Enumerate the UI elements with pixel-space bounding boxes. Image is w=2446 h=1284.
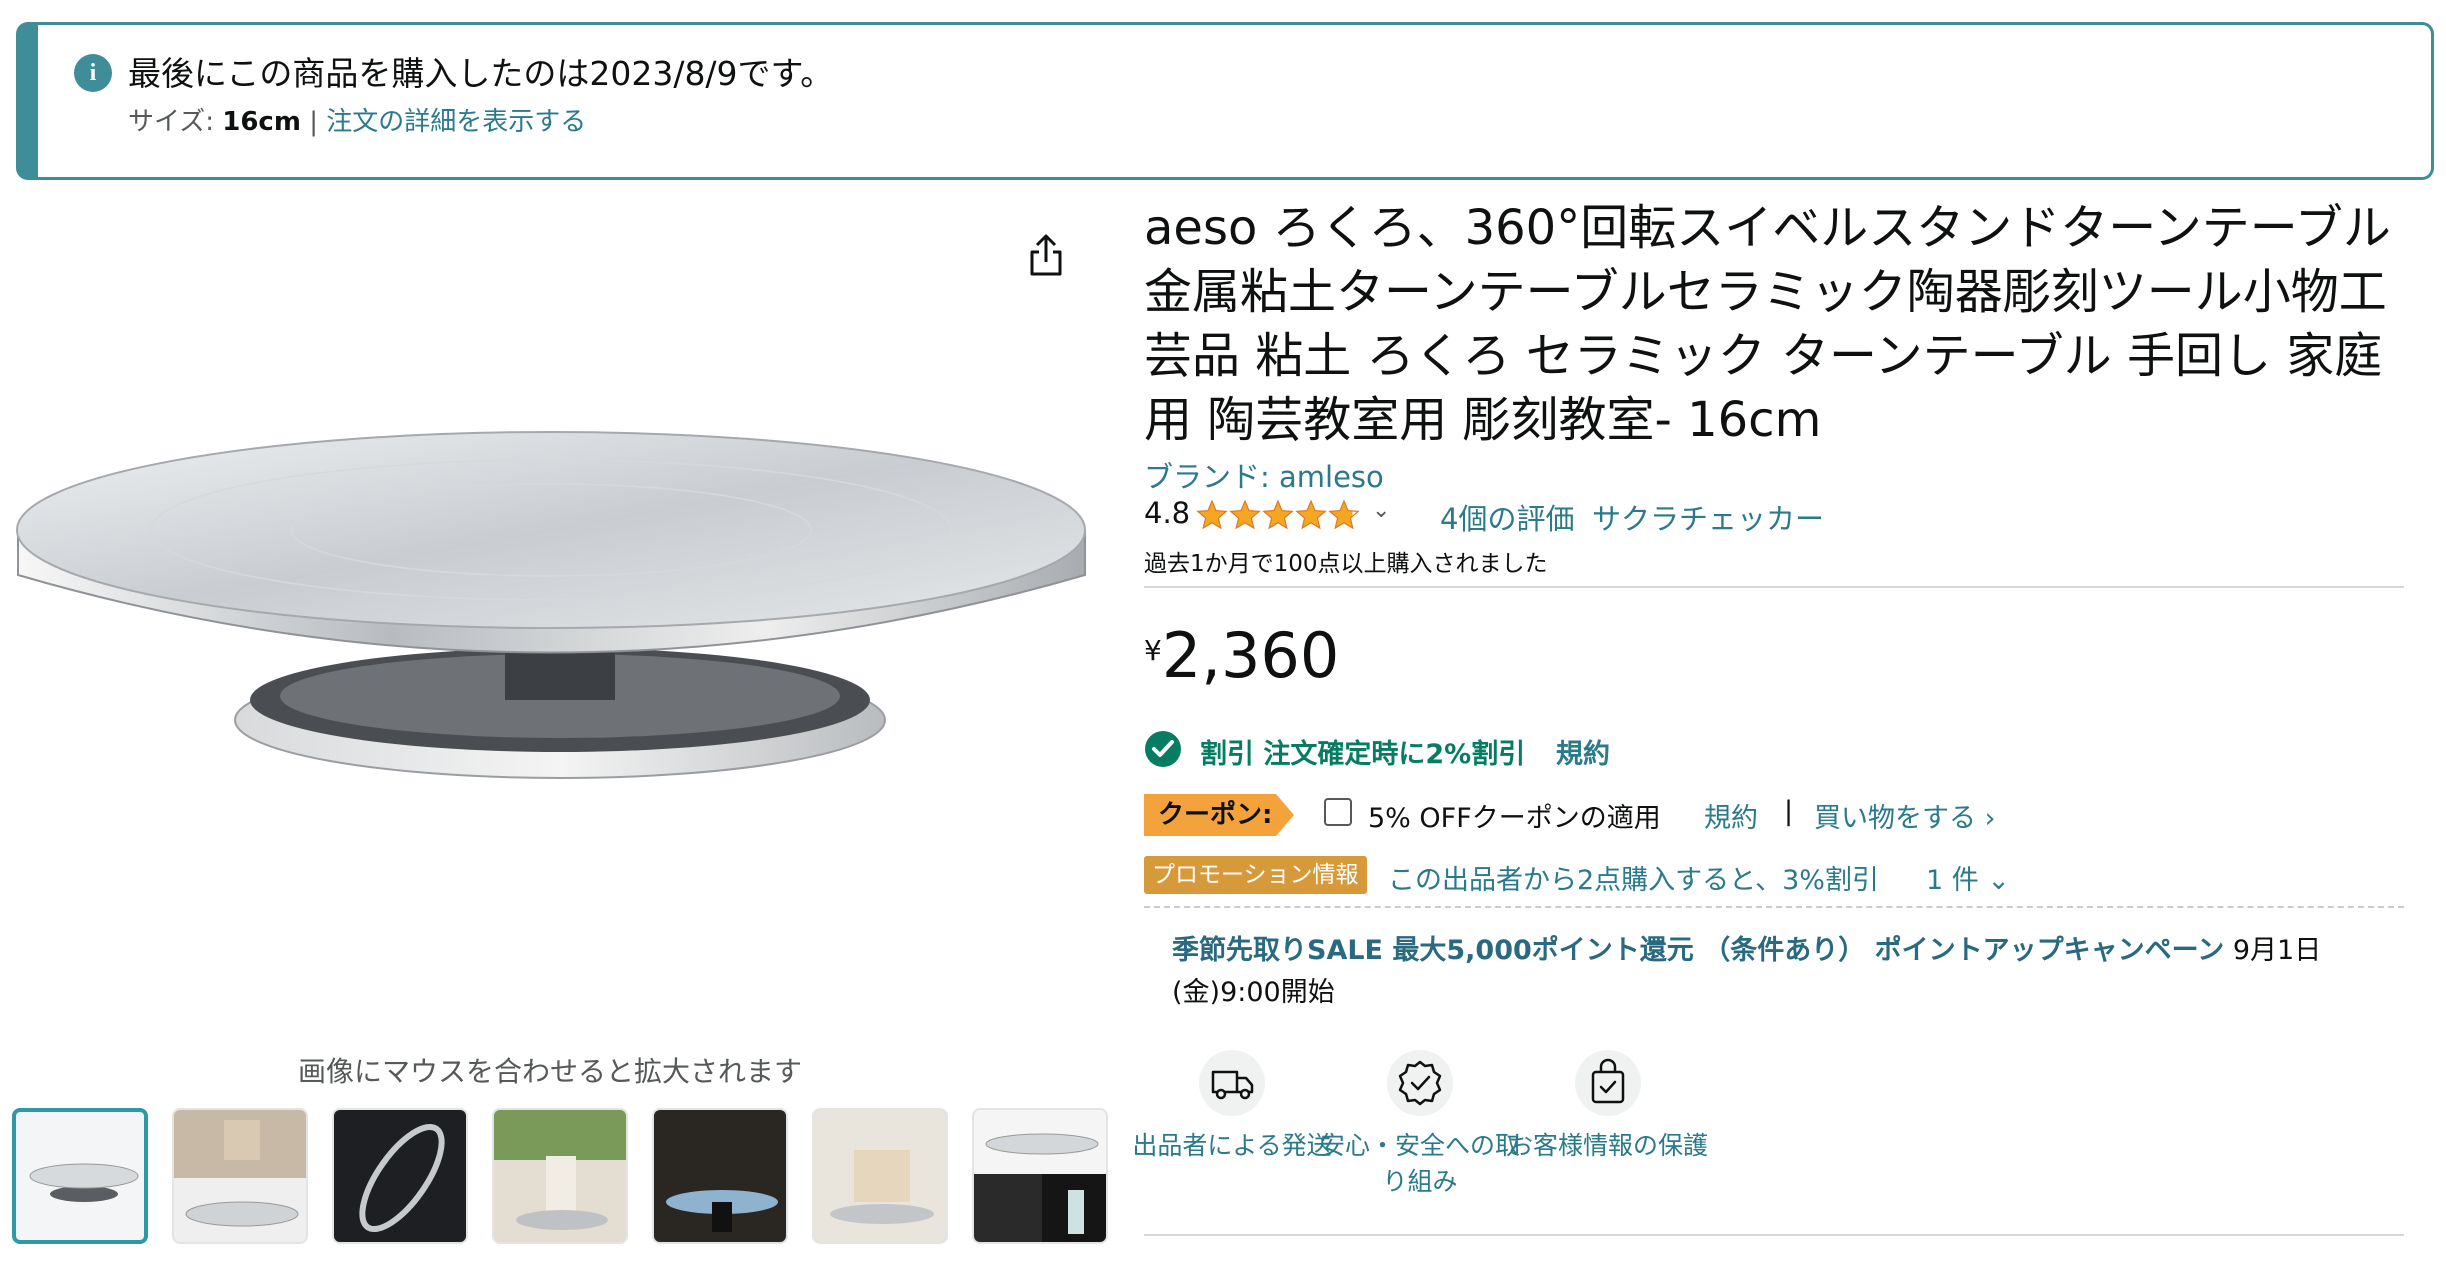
- coupon-apply-label[interactable]: 5% OFFクーポンの適用: [1368, 796, 1661, 835]
- promotion-badge: プロモーション情報: [1144, 856, 1367, 894]
- price: ¥2,360: [1144, 620, 1339, 692]
- divider: [1144, 1234, 2404, 1236]
- discount-text: 割引 注文確定時に2%割引: [1200, 739, 1526, 770]
- star-rating-icon[interactable]: [1196, 499, 1362, 531]
- thumbnail-5[interactable]: [652, 1108, 788, 1244]
- check-circle-icon: [1145, 731, 1181, 767]
- promotion-text-link[interactable]: この出品者から2点購入すると、3%割引: [1388, 858, 1879, 897]
- thumbnail-3[interactable]: [332, 1108, 468, 1244]
- star-5: [1328, 499, 1360, 530]
- thumbnail-strip: [12, 1108, 1108, 1250]
- sale-campaign: 季節先取りSALE 最大5,000ポイント還元 （条件あり） ポイントアップキャ…: [1172, 930, 2372, 1014]
- share-icon[interactable]: [1026, 230, 1066, 280]
- dashed-divider: [1144, 906, 2404, 908]
- thumbnail-1[interactable]: [12, 1108, 148, 1244]
- brand-link[interactable]: ブランド: amleso: [1144, 454, 1384, 496]
- feature-label: 安心・安全への取り組み: [1320, 1131, 1521, 1196]
- product-main-image[interactable]: [0, 400, 1110, 840]
- coupon-badge: クーポン:: [1144, 794, 1294, 836]
- price-currency: ¥: [1144, 634, 1162, 667]
- star-2: [1229, 499, 1261, 530]
- zoom-hint: 画像にマウスを合わせると拡大されます: [297, 1055, 802, 1088]
- info-icon: i: [74, 54, 112, 92]
- thumbnail-6[interactable]: [812, 1108, 948, 1244]
- separator: |: [1784, 796, 1794, 827]
- secure-bag-icon: [1575, 1050, 1641, 1116]
- thumbnail-2[interactable]: [172, 1108, 308, 1244]
- feature-safety[interactable]: 安心・安全への取り組み: [1320, 1050, 1520, 1200]
- thumbnail-4[interactable]: [492, 1108, 628, 1244]
- feature-seller-shipping[interactable]: 出品者による発送: [1132, 1050, 1332, 1164]
- banner-subline: サイズ: 16cm | 注文の詳細を表示する: [128, 104, 586, 140]
- feature-privacy[interactable]: お客様情報の保護: [1508, 1050, 1708, 1164]
- coupon-terms-link[interactable]: 規約: [1704, 796, 1758, 835]
- purchase-history-banner: [16, 22, 2434, 180]
- sale-campaign-link[interactable]: 季節先取りSALE 最大5,000ポイント還元 （条件あり） ポイントアップキャ…: [1172, 935, 2224, 966]
- size-label: サイズ:: [128, 107, 223, 137]
- rating-number: 4.8: [1144, 496, 1191, 530]
- thumbnail-7[interactable]: [972, 1108, 1108, 1244]
- review-count-link[interactable]: 4個の評価: [1440, 496, 1574, 538]
- separator: |: [300, 107, 327, 137]
- feature-label: お客様情報の保護: [1508, 1131, 1709, 1160]
- divider: [1144, 586, 2404, 588]
- size-value: 16cm: [222, 107, 301, 137]
- coupon-shop-link[interactable]: 買い物をする ›: [1814, 796, 1995, 835]
- price-amount: 2,360: [1161, 619, 1340, 692]
- last-purchase-message: 最後にこの商品を購入したのは2023/8/9です。: [128, 54, 834, 93]
- order-details-link[interactable]: 注文の詳細を表示する: [326, 107, 586, 137]
- bought-recently-text: 過去1か月で100点以上購入されました: [1144, 551, 1548, 577]
- chevron-down-icon[interactable]: ⌄: [1372, 498, 1390, 523]
- star-1: [1196, 499, 1228, 530]
- star-3: [1262, 499, 1294, 530]
- safety-badge-icon: [1387, 1050, 1453, 1116]
- product-title: aeso ろくろ、360°回転スイベルスタンドターンテーブル 金属粘土ターンテー…: [1144, 200, 2391, 448]
- discount-terms-link[interactable]: 規約: [1556, 732, 1610, 771]
- sakura-checker-link[interactable]: サクラチェッカー: [1592, 496, 1824, 538]
- promotion-count-dropdown[interactable]: 1 件 ⌄: [1926, 858, 2010, 897]
- feature-label: 出品者による発送: [1132, 1131, 1332, 1160]
- coupon-checkbox[interactable]: [1324, 798, 1352, 826]
- star-4: [1295, 499, 1327, 530]
- delivery-truck-icon: [1199, 1050, 1265, 1116]
